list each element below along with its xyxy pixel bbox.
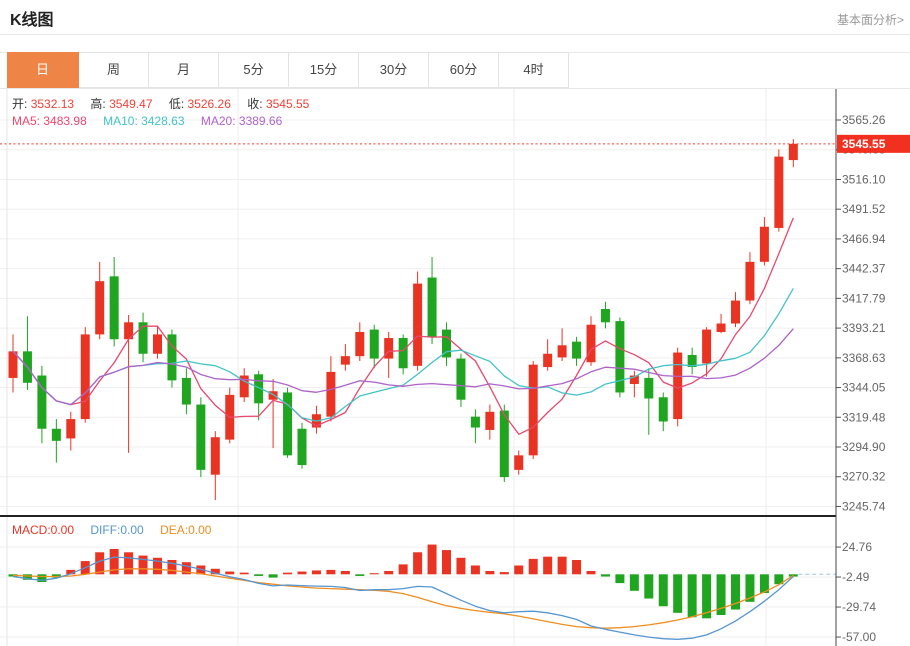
- svg-text:3344.05: 3344.05: [842, 381, 886, 395]
- kline-macd-chart[interactable]: 3565.263540.683516.103491.523466.943442.…: [0, 88, 910, 646]
- low-value: 3526.26: [188, 97, 231, 111]
- tab-5分[interactable]: 5分: [219, 53, 289, 87]
- svg-text:3245.74: 3245.74: [842, 499, 886, 513]
- candles: [9, 139, 798, 500]
- close-label: 收:: [247, 97, 262, 111]
- macd-label: MACD:: [12, 523, 51, 537]
- svg-text:24.76: 24.76: [842, 540, 872, 554]
- ma-readout: MA5: 3483.98 MA10: 3428.63 MA20: 3389.66: [12, 114, 295, 128]
- svg-text:3294.90: 3294.90: [842, 440, 886, 454]
- svg-text:3565.26: 3565.26: [842, 113, 886, 127]
- svg-text:3319.48: 3319.48: [842, 410, 886, 424]
- period-tabs: 日周月5分15分30分60分4时: [7, 52, 569, 88]
- ma10-label: MA10:: [103, 114, 138, 128]
- svg-text:3442.37: 3442.37: [842, 262, 886, 276]
- ma10-value: 3428.63: [141, 114, 184, 128]
- high-label: 高:: [90, 97, 105, 111]
- page-title: K线图: [10, 6, 54, 30]
- dea-label: DEA:: [160, 523, 188, 537]
- low-label: 低:: [169, 97, 184, 111]
- ma20-label: MA20:: [201, 114, 236, 128]
- diff-label: DIFF:: [90, 523, 120, 537]
- svg-text:3491.52: 3491.52: [842, 202, 886, 216]
- svg-text:3466.94: 3466.94: [842, 232, 886, 246]
- tab-周[interactable]: 周: [79, 53, 149, 87]
- svg-text:-57.00: -57.00: [842, 630, 876, 644]
- kline-page: { "header": { "title": "K线图", "analysis_…: [0, 0, 910, 646]
- macd-value: 0.00: [51, 523, 74, 537]
- macd-readout: MACD:0.00 DIFF:0.00 DEA:0.00: [12, 523, 224, 537]
- tab-30分[interactable]: 30分: [359, 53, 429, 87]
- dea-value: 0.00: [188, 523, 211, 537]
- svg-text:3516.10: 3516.10: [842, 172, 886, 186]
- ohlc-readout: 开: 3532.13 高: 3549.47 低: 3526.26 收: 3545…: [12, 95, 322, 112]
- header-divider: [0, 34, 910, 35]
- svg-text:-2.49: -2.49: [842, 570, 870, 584]
- close-value: 3545.55: [266, 97, 309, 111]
- tab-60分[interactable]: 60分: [429, 53, 499, 87]
- open-value: 3532.13: [31, 97, 74, 111]
- high-value: 3549.47: [109, 97, 152, 111]
- macd-axis-labels: 24.76 -2.49 -29.74 -57.00: [836, 540, 876, 644]
- tab-15分[interactable]: 15分: [289, 53, 359, 87]
- svg-text:3270.32: 3270.32: [842, 470, 886, 484]
- price-axis-labels: 3565.263540.683516.103491.523466.943442.…: [836, 113, 886, 513]
- tab-日[interactable]: 日: [7, 52, 79, 88]
- svg-text:3417.79: 3417.79: [842, 291, 886, 305]
- svg-text:3393.21: 3393.21: [842, 321, 886, 335]
- fundamental-analysis-link[interactable]: 基本面分析>: [837, 11, 904, 28]
- ma5-label: MA5:: [12, 114, 40, 128]
- current-price-badge-value: 3545.55: [842, 137, 886, 151]
- tab-月[interactable]: 月: [149, 53, 219, 87]
- svg-text:3368.63: 3368.63: [842, 351, 886, 365]
- tab-4时[interactable]: 4时: [499, 53, 568, 87]
- ma5-value: 3483.98: [43, 114, 86, 128]
- diff-value: 0.00: [120, 523, 143, 537]
- open-label: 开:: [12, 97, 27, 111]
- ma20-value: 3389.66: [239, 114, 282, 128]
- svg-text:-29.74: -29.74: [842, 600, 876, 614]
